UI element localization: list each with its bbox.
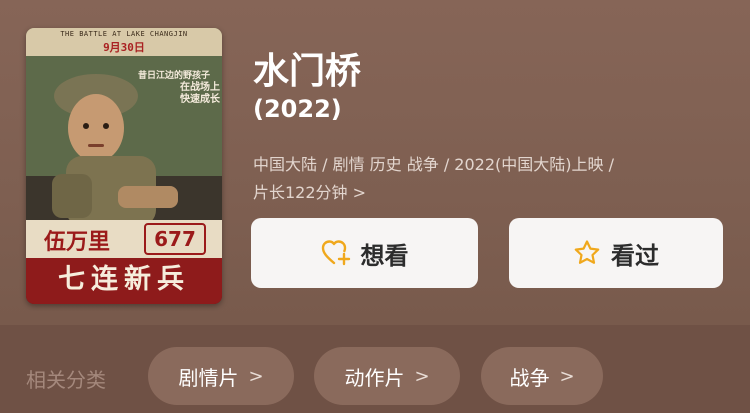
watched-button[interactable]: 看过 [509, 218, 723, 288]
watched-label: 看过 [611, 241, 659, 270]
movie-runtime: 片长122分钟 [253, 183, 348, 202]
poster-english-title: THE BATTLE AT LAKE CHANGJIN [60, 30, 188, 38]
star-icon [574, 240, 600, 264]
poster-top-banner: THE BATTLE AT LAKE CHANGJIN 9月30日 [26, 28, 222, 56]
movie-title: 水门桥 [253, 51, 362, 92]
category-chip-label: 动作片 [344, 365, 405, 390]
category-chip-war[interactable]: 战争 > [481, 347, 603, 405]
category-chip-action[interactable]: 动作片 > [314, 347, 460, 405]
poster-tagline: 七连新兵 [26, 258, 222, 304]
category-chip-drama[interactable]: 剧情片 > [148, 347, 294, 405]
poster-slogan-line1: 昔日江边的野孩子 [138, 71, 211, 81]
movie-year: (2022) [253, 95, 342, 123]
chevron-right-icon: > [559, 365, 575, 387]
want-to-watch-button[interactable]: 想看 [251, 218, 478, 288]
poster-release-date: 9月30日 [103, 41, 145, 54]
want-to-watch-label: 想看 [360, 241, 409, 270]
chevron-right-icon: > [352, 183, 367, 202]
movie-meta-line2[interactable]: 片长122分钟 > [253, 179, 366, 203]
chevron-right-icon: > [414, 365, 430, 387]
chevron-right-icon: > [248, 365, 264, 387]
heart-plus-icon [321, 240, 350, 266]
movie-poster[interactable]: THE BATTLE AT LAKE CHANGJIN 9月30日 昔日江边的野… [26, 28, 222, 304]
movie-meta-line1[interactable]: 中国大陆 / 剧情 历史 战争 / 2022(中国大陆)上映 / [253, 151, 614, 175]
category-chip-label: 剧情片 [178, 365, 239, 390]
poster-character-name: 伍万里 [44, 230, 111, 255]
poster-slogan-line2: 在战场上快速成长 [180, 82, 220, 105]
category-chip-label: 战争 [509, 365, 550, 390]
related-categories-label: 相关分类 [26, 368, 106, 392]
poster-serial-number: 677 [144, 223, 206, 255]
